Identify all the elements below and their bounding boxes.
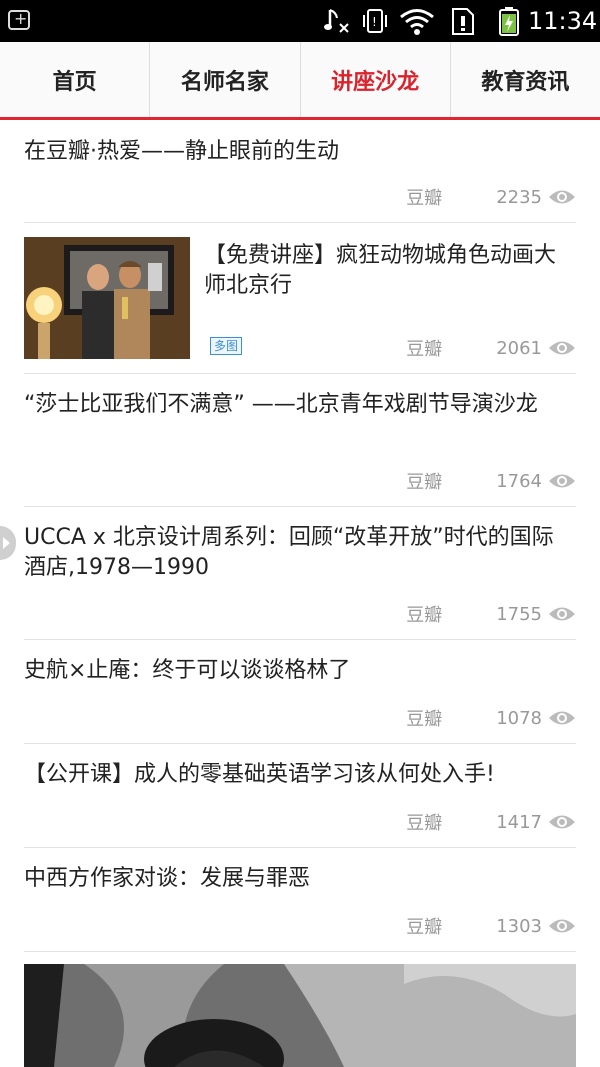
view-count: 1764 [496, 470, 542, 492]
eye-icon [549, 474, 575, 488]
view-count: 2061 [496, 337, 542, 359]
article-title: UCCA x 北京设计周系列：回顾“改革开放”时代的国际酒店,1978—1990 [24, 525, 554, 580]
eye-icon [549, 607, 575, 621]
sim-alert-icon [450, 6, 476, 36]
eye-icon [549, 815, 575, 829]
article-meta: 豆瓣 1755 [406, 601, 576, 627]
eye-icon [549, 341, 575, 355]
tab-lectures-salons[interactable]: 讲座沙龙 [301, 42, 451, 117]
view-count: 1417 [496, 811, 542, 833]
article-list: 在豆瓣·热爱——静止眼前的生动 豆瓣 2235 【免费讲座】疯狂动物城角色动画大… [0, 121, 600, 952]
article-title: 【免费讲座】疯狂动物城角色动画大师北京行 [204, 243, 557, 298]
notification-icon [8, 9, 30, 30]
list-item[interactable]: 中西方作家对谈：发展与罪恶 豆瓣 1303 [24, 848, 576, 952]
category-tab-bar: 首页 名师名家 讲座沙龙 教育资讯 [0, 42, 600, 120]
article-meta: 豆瓣 1078 [406, 705, 576, 731]
article-source: 豆瓣 [406, 472, 443, 493]
list-item[interactable]: 【免费讲座】疯狂动物城角色动画大师北京行 多图 豆瓣 2061 [24, 223, 576, 374]
battery-charging-icon [498, 6, 520, 36]
article-title: 在豆瓣·热爱——静止眼前的生动 [24, 139, 339, 164]
music-muted-icon [322, 6, 352, 36]
article-title: 史航×止庵：终于可以谈谈格林了 [24, 658, 351, 683]
article-meta: 豆瓣 1764 [406, 468, 576, 494]
article-thumbnail [24, 237, 190, 359]
article-source: 豆瓣 [406, 339, 443, 360]
eye-icon [549, 190, 575, 204]
list-item[interactable]: 史航×止庵：终于可以谈谈格林了 豆瓣 1078 [24, 640, 576, 744]
article-meta: 豆瓣 1417 [406, 809, 576, 835]
view-count: 2235 [496, 186, 542, 208]
tab-home[interactable]: 首页 [0, 42, 151, 117]
eye-icon [549, 711, 575, 725]
view-count: 1078 [496, 707, 542, 729]
article-cover-image[interactable] [24, 964, 576, 1067]
multi-image-tag: 多图 [210, 337, 243, 355]
article-meta: 豆瓣 2061 [406, 335, 576, 361]
tab-famous-teachers[interactable]: 名师名家 [150, 42, 301, 117]
article-source: 豆瓣 [406, 813, 443, 834]
list-item[interactable]: “莎士比亚我们不满意” ——北京青年戏剧节导演沙龙 豆瓣 1764 [24, 374, 576, 507]
list-item[interactable]: 在豆瓣·热爱——静止眼前的生动 豆瓣 2235 [24, 121, 576, 223]
article-source: 豆瓣 [406, 188, 443, 209]
list-item[interactable]: UCCA x 北京设计周系列：回顾“改革开放”时代的国际酒店,1978—1990… [24, 507, 576, 640]
article-source: 豆瓣 [406, 917, 443, 938]
article-meta: 豆瓣 2235 [406, 184, 576, 210]
view-count: 1303 [496, 915, 542, 937]
wifi-icon [398, 6, 436, 36]
vibrate-icon: ! [362, 6, 390, 36]
status-bar: ! 11:34 [0, 0, 600, 42]
article-title: “莎士比亚我们不满意” ——北京青年戏剧节导演沙龙 [24, 392, 538, 417]
svg-text:!: ! [372, 15, 377, 29]
article-title: 【公开课】成人的零基础英语学习该从何处入手! [24, 762, 495, 787]
clock-time: 11:34 [528, 7, 598, 35]
list-item[interactable]: 【公开课】成人的零基础英语学习该从何处入手! 豆瓣 1417 [24, 744, 576, 848]
article-source: 豆瓣 [406, 605, 443, 626]
tab-education-news[interactable]: 教育资讯 [451, 42, 600, 117]
article-source: 豆瓣 [406, 709, 443, 730]
article-meta: 豆瓣 1303 [406, 913, 576, 939]
eye-icon [549, 919, 575, 933]
article-title: 中西方作家对谈：发展与罪恶 [24, 866, 311, 891]
view-count: 1755 [496, 603, 542, 625]
